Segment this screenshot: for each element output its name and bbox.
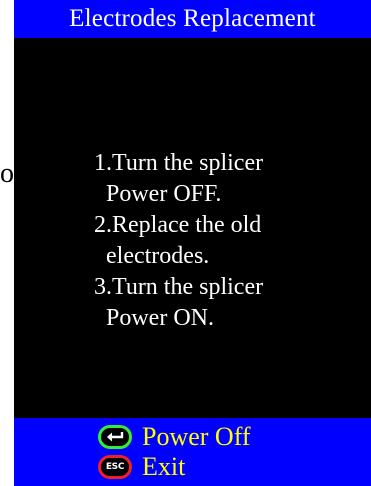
page-title: Electrodes Replacement xyxy=(69,5,316,32)
instruction-line: 2.Replace the old xyxy=(94,212,262,238)
esc-key-icon: ESC xyxy=(98,455,132,479)
exit-label: Exit xyxy=(142,452,186,481)
edge-text-fragment: o xyxy=(0,158,14,189)
enter-icon xyxy=(98,425,132,449)
instruction-line: Power OFF. xyxy=(94,181,222,207)
power-off-button[interactable]: Power Off xyxy=(98,422,251,452)
device-screen: Electrodes Replacement 1.Turn the splice… xyxy=(14,0,371,486)
exit-button[interactable]: ESC Exit xyxy=(98,452,185,482)
esc-key-text: ESC xyxy=(105,462,125,472)
instructions: 1.Turn the splicer Power OFF. 2.Replace … xyxy=(94,148,364,334)
instruction-line: electrodes. xyxy=(94,243,210,269)
power-off-label: Power Off xyxy=(142,422,251,451)
footer-bar: Power Off ESC Exit xyxy=(14,418,371,486)
instruction-line: Power ON. xyxy=(94,305,214,331)
instruction-line: 3.Turn the splicer xyxy=(94,274,264,300)
title-bar: Electrodes Replacement xyxy=(14,0,371,38)
instruction-line: 1.Turn the splicer xyxy=(94,150,264,176)
